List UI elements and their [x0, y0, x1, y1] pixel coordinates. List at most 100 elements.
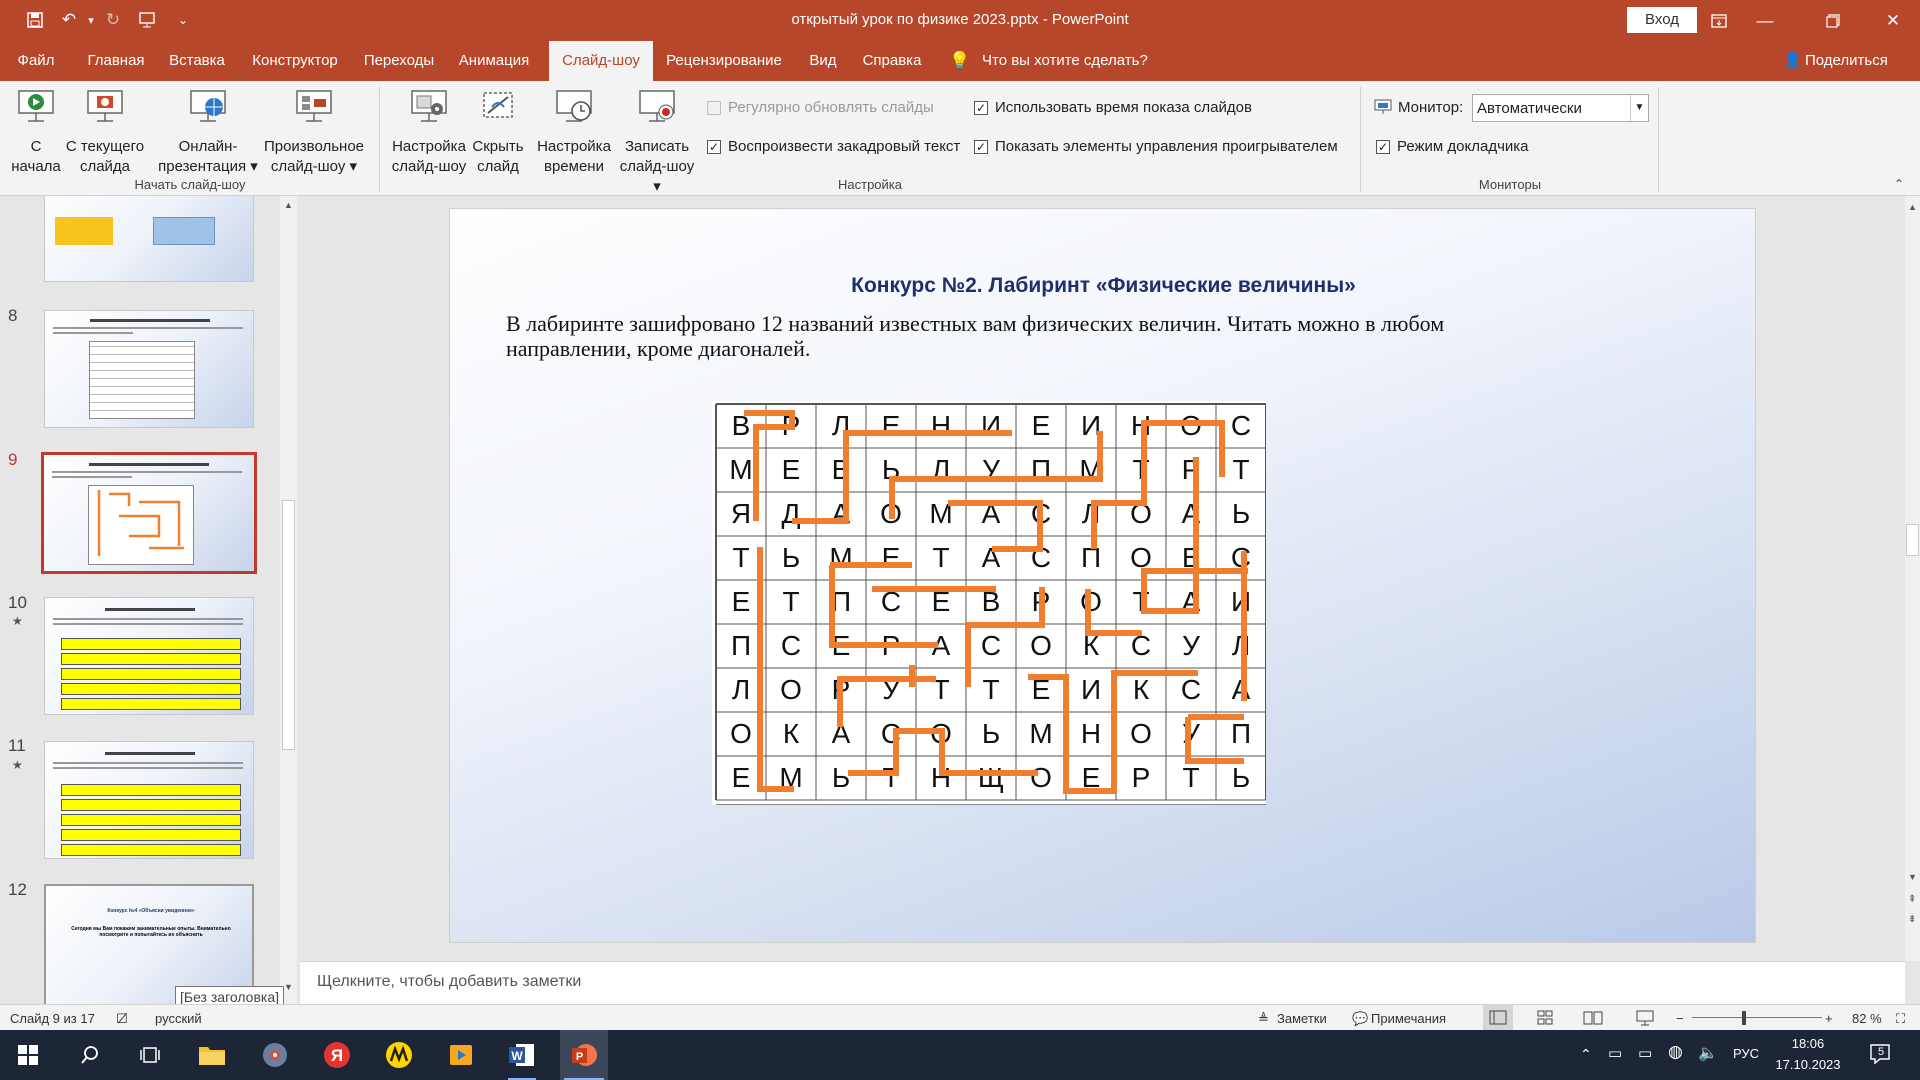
zoom-level[interactable]: 82 %	[1852, 1011, 1882, 1026]
play-narrations-checkbox[interactable]: ✓ Воспроизвести закадровый текст	[707, 138, 960, 155]
redo-icon[interactable]: ↻	[100, 8, 126, 32]
task-view-icon[interactable]	[126, 1030, 174, 1080]
close-icon[interactable]: ✕	[1870, 0, 1916, 41]
tab-view[interactable]: Вид	[800, 41, 846, 81]
monitor-select[interactable]: Автоматически ▼	[1472, 94, 1649, 122]
share-button[interactable]: Поделиться	[1805, 41, 1899, 81]
scroll-down-icon[interactable]: ▼	[1908, 872, 1917, 882]
fit-to-window-icon[interactable]: ⛶	[1896, 1011, 1905, 1027]
battery-icon[interactable]: ▭	[1638, 1044, 1652, 1062]
tab-transitions[interactable]: Переходы	[356, 41, 442, 81]
start-from-beginning-icon[interactable]	[135, 8, 161, 32]
slide-number-12: 12	[8, 880, 27, 899]
slide-thumbnail-8[interactable]	[44, 310, 254, 428]
clock-time[interactable]: 18:06	[1770, 1036, 1846, 1051]
slide-sorter-button[interactable]	[1530, 1005, 1560, 1031]
yandex-market-icon[interactable]	[375, 1030, 423, 1080]
slideshow-view-button[interactable]	[1630, 1005, 1660, 1031]
video-app-icon[interactable]	[437, 1030, 485, 1080]
tab-animations[interactable]: Анимация	[452, 41, 536, 81]
collapse-ribbon-icon[interactable]: ⌃	[1894, 177, 1904, 191]
slide-counter: Слайд 9 из 17	[10, 1011, 95, 1026]
notes-icon[interactable]: ≜	[1258, 1011, 1269, 1027]
tab-insert[interactable]: Вставка	[160, 41, 234, 81]
normal-view-button[interactable]	[1483, 1005, 1513, 1031]
notes-toggle[interactable]: Заметки	[1277, 1011, 1327, 1026]
show-media-controls-checkbox[interactable]: ✓ Показать элементы управления проигрыват…	[974, 138, 1338, 155]
maze-path-stroke	[1141, 457, 1199, 614]
zoom-slider-thumb[interactable]	[1742, 1011, 1746, 1025]
zoom-out-icon[interactable]: −	[1676, 1011, 1684, 1026]
zoom-in-icon[interactable]: +	[1825, 1011, 1833, 1026]
slide-thumbnail-7[interactable]	[44, 196, 254, 282]
meet-now-icon[interactable]: ▭	[1608, 1044, 1622, 1062]
word-icon[interactable]: W	[498, 1030, 546, 1080]
maze-path-stroke	[1085, 589, 1142, 636]
thumbnail-scrollbar[interactable]: ▲ ▼	[280, 196, 297, 1004]
comments-icon[interactable]: 💬	[1352, 1011, 1368, 1027]
checkmark-icon: ✓	[1376, 139, 1390, 154]
tell-me-search[interactable]: Что вы хотите сделать?	[982, 41, 1162, 81]
setup-show-button[interactable]: Настройка слайд-шоу	[388, 87, 470, 177]
restore-icon[interactable]	[1810, 0, 1856, 41]
next-slide-icon[interactable]: ⇟	[1908, 914, 1916, 925]
search-icon[interactable]	[66, 1030, 114, 1080]
thumb-text	[53, 762, 243, 764]
custom-show-button[interactable]: Произвольное слайд-шоу ▾	[258, 87, 370, 177]
tab-review[interactable]: Рецензирование	[659, 41, 789, 81]
tray-chevron-icon[interactable]: ⌃	[1580, 1046, 1592, 1063]
record-show-button[interactable]: Записать слайд-шоу ▾	[614, 87, 700, 197]
refresh-slides-checkbox[interactable]: Регулярно обновлять слайды	[707, 99, 934, 116]
slide-thumbnail-9-selected[interactable]	[41, 452, 257, 574]
media-player-icon[interactable]	[251, 1030, 299, 1080]
from-current-button[interactable]: С текущего слайда	[62, 87, 148, 177]
network-icon[interactable]: ◍	[1668, 1042, 1683, 1062]
rehearse-timings-button[interactable]: Настройка времени	[534, 87, 614, 177]
file-explorer-icon[interactable]	[188, 1030, 236, 1080]
input-language[interactable]: РУС	[1733, 1046, 1759, 1061]
clock-date[interactable]: 17.10.2023	[1770, 1057, 1846, 1072]
reading-view-button[interactable]	[1578, 1005, 1608, 1031]
lightbulb-icon: 💡	[949, 51, 971, 70]
scroll-down-icon[interactable]: ▼	[284, 982, 293, 992]
notes-pane[interactable]: Щелкните, чтобы добавить заметки	[300, 961, 1905, 1004]
ribbon-display-options-icon[interactable]	[1696, 0, 1742, 41]
tab-design[interactable]: Конструктор	[243, 41, 347, 81]
zoom-slider[interactable]	[1692, 1017, 1822, 1018]
maze-path-stroke	[948, 500, 1043, 552]
scrollbar-thumb[interactable]	[1906, 524, 1919, 556]
chevron-down-icon[interactable]: ▼	[1630, 95, 1648, 121]
volume-icon[interactable]: 🔈	[1698, 1043, 1718, 1063]
tab-slide-show[interactable]: Слайд-шоу	[549, 41, 653, 81]
language-indicator[interactable]: русский	[155, 1011, 202, 1026]
present-online-button[interactable]: Онлайн- презентация ▾	[158, 87, 258, 177]
minimize-icon[interactable]: —	[1742, 0, 1788, 41]
comments-toggle[interactable]: Примечания	[1371, 1011, 1446, 1026]
scroll-up-icon[interactable]: ▲	[284, 200, 293, 210]
thumb-title	[89, 463, 209, 466]
presenter-view-checkbox[interactable]: ✓ Режим докладчика	[1376, 138, 1529, 155]
customize-toolbar-icon[interactable]: ⌄	[170, 8, 196, 32]
tab-help[interactable]: Справка	[857, 41, 927, 81]
user-icon: 👤	[1783, 52, 1803, 69]
scroll-up-icon[interactable]: ▲	[1908, 202, 1917, 212]
slide-thumbnail-10[interactable]	[44, 597, 254, 715]
save-icon[interactable]	[22, 8, 48, 32]
windows-start-icon[interactable]	[4, 1030, 52, 1080]
use-timings-checkbox[interactable]: ✓ Использовать время показа слайдов	[974, 99, 1252, 116]
spellcheck-icon[interactable]: ☐̸	[116, 1011, 128, 1027]
powerpoint-icon[interactable]: P	[560, 1030, 608, 1080]
current-slide[interactable]: Конкурс №2. Лабиринт «Физические величин…	[449, 208, 1756, 943]
sign-in-button[interactable]: Вход	[1627, 7, 1697, 33]
tab-home[interactable]: Главная	[76, 41, 156, 81]
slide-thumbnail-11[interactable]	[44, 741, 254, 859]
from-beginning-button[interactable]: С начала	[8, 87, 64, 177]
scrollbar-thumb[interactable]	[282, 500, 295, 750]
tab-file[interactable]: Файл	[6, 41, 66, 81]
previous-slide-icon[interactable]: ⇞	[1908, 894, 1916, 905]
notification-center-icon[interactable]: 5	[1868, 1042, 1892, 1066]
custom-show-label-1: Произвольное	[263, 138, 365, 155]
hide-slide-button[interactable]: Скрыть слайд	[470, 87, 526, 177]
slide-scrollbar[interactable]: ▲ ▼ ⇞ ⇟	[1905, 196, 1920, 961]
yandex-browser-icon[interactable]: Я	[313, 1030, 361, 1080]
